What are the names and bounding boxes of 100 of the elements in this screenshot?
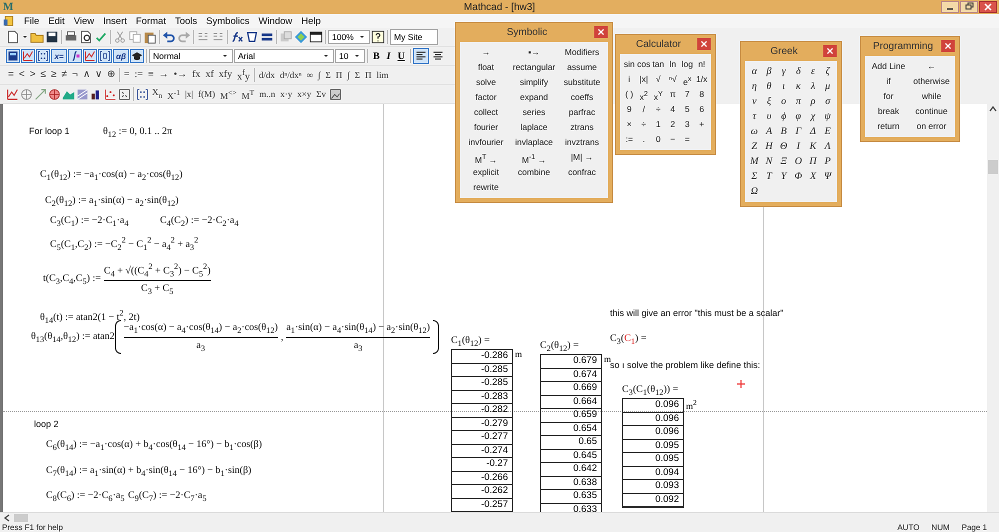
palette-button[interactable]: αβ [113,49,129,63]
operator-button[interactable]: •→ [172,69,190,81]
operator-button[interactable]: = [122,69,132,81]
operator-button[interactable]: x×y [295,88,314,100]
operator-button[interactable]: < [16,69,27,81]
palette-item[interactable]: on error [910,119,953,134]
help-icon[interactable] [371,30,385,44]
palette-item[interactable]: x$^{2}$ [636,87,651,102]
operator-button[interactable]: → [156,69,171,81]
palette-item[interactable]: Ψ [820,169,835,184]
palette-item[interactable]: ▪→ [510,45,558,60]
globe-icon[interactable] [48,88,61,100]
palette-item[interactable]: κ [791,79,806,94]
palette-item[interactable]: η [747,79,762,94]
operator-button[interactable]: Π [334,69,344,81]
menu-item[interactable]: View [74,16,94,26]
palette-item[interactable]: 9 [622,102,636,117]
operator-button[interactable]: ∫ [345,69,352,81]
palette-item[interactable]: θ [762,79,776,94]
palette-item[interactable]: series [510,105,558,120]
palette-item[interactable]: ι [776,79,791,94]
document-icon[interactable] [3,15,15,27]
palette-item[interactable]: e$^{x}$ [680,72,694,87]
menu-item[interactable]: Format [136,16,166,26]
palette-item[interactable]: 1 [651,117,666,132]
palette-item[interactable]: laplace [510,120,558,135]
palette-item[interactable]: fourier [462,120,510,135]
palette-item[interactable]: χ [806,109,820,124]
close-icon[interactable] [594,26,608,38]
cup-icon[interactable] [245,30,259,44]
palette-item[interactable]: ⁿ√ [666,72,680,87]
palette-item[interactable]: coeffs [558,90,606,105]
style-dropdown[interactable]: Normal [149,49,233,63]
operator-button[interactable]: xfy [216,69,234,81]
picture-icon[interactable] [329,88,342,100]
palette-item[interactable]: n! [694,57,709,72]
operator-button[interactable]: Σv [314,88,328,100]
minimize-icon[interactable] [941,1,959,13]
font-dropdown[interactable]: Arial [234,49,334,63]
palette-item[interactable]: Δ [806,124,820,139]
palette-item[interactable]: ζ [820,64,835,79]
palette-item[interactable]: μ [820,79,835,94]
operator-button[interactable]: Σ [323,69,333,81]
menu-item[interactable]: Tools [174,16,198,26]
palette-item[interactable]: τ [747,109,762,124]
spellcheck-icon[interactable] [94,30,108,44]
palette-item[interactable]: ω [747,124,762,139]
operator-button[interactable]: > [28,69,38,81]
font-size-dropdown[interactable]: 10 [335,49,365,63]
operator-button[interactable]: M$^{T}$ [240,86,256,102]
scrollbar-thumb[interactable] [988,160,998,174]
palette-item[interactable]: assume [558,60,606,75]
caret-icon[interactable] [21,33,29,41]
operator-button[interactable]: Π [362,69,374,81]
operator-button[interactable]: X$_{n}$ [150,86,164,102]
palette-item[interactable]: combine [510,165,558,180]
palette-item[interactable]: Ζ [747,139,762,154]
zoom-dropdown[interactable]: 100% [328,30,370,44]
palette-item[interactable]: 5 [680,102,694,117]
palette-item[interactable]: return [867,119,910,134]
palette-item[interactable]: := [622,132,636,147]
operator-button[interactable]: xf [203,69,216,81]
palette-item[interactable]: rewrite [462,180,510,195]
palette-item[interactable]: Modifiers [558,45,606,60]
close-icon[interactable] [823,45,837,57]
menu-item[interactable]: File [24,16,40,26]
close-icon[interactable] [941,40,955,52]
palette-item[interactable]: . [636,132,651,147]
format-button[interactable]: U [394,50,408,62]
palette-item[interactable]: Λ [820,139,835,154]
palette-item[interactable]: ( ) [622,87,636,102]
palette-item[interactable]: Η [762,139,776,154]
palette-item[interactable]: 0 [651,132,666,147]
open-folder-icon[interactable] [30,30,44,44]
function-icon[interactable] [230,30,244,44]
palette-item[interactable]: ϕ [776,109,791,124]
palette-item[interactable]: for [867,89,910,104]
palette-item[interactable]: collect [462,105,510,120]
palette-item[interactable]: 6 [694,102,709,117]
format-button[interactable]: I [384,50,394,62]
palette-item[interactable]: Θ [776,139,791,154]
palette-item[interactable]: break [867,104,910,119]
window-icon[interactable] [309,30,323,44]
scatter-plot-icon[interactable] [104,88,117,100]
palette-item[interactable]: invztrans [558,135,606,150]
operator-button[interactable]: ≠ [60,69,70,81]
palette-item[interactable]: confrac [558,165,606,180]
site-field[interactable]: My Site [390,29,438,45]
palette-item[interactable]: ztrans [558,120,606,135]
palette-item[interactable]: ο [776,94,791,109]
palette-item[interactable]: x$^{Y}$ [651,87,666,102]
palette-item[interactable]: log [680,57,694,72]
operator-button[interactable]: x·y [278,88,294,100]
operator-button[interactable]: ∞ [304,69,316,81]
paste-icon[interactable] [143,30,157,44]
palette-item[interactable]: parfrac [558,105,606,120]
scroll-up-icon[interactable] [988,104,998,114]
palette-item[interactable]: × [622,117,636,132]
palette-item[interactable]: Μ [747,154,762,169]
scroll-left-icon[interactable] [2,512,12,522]
